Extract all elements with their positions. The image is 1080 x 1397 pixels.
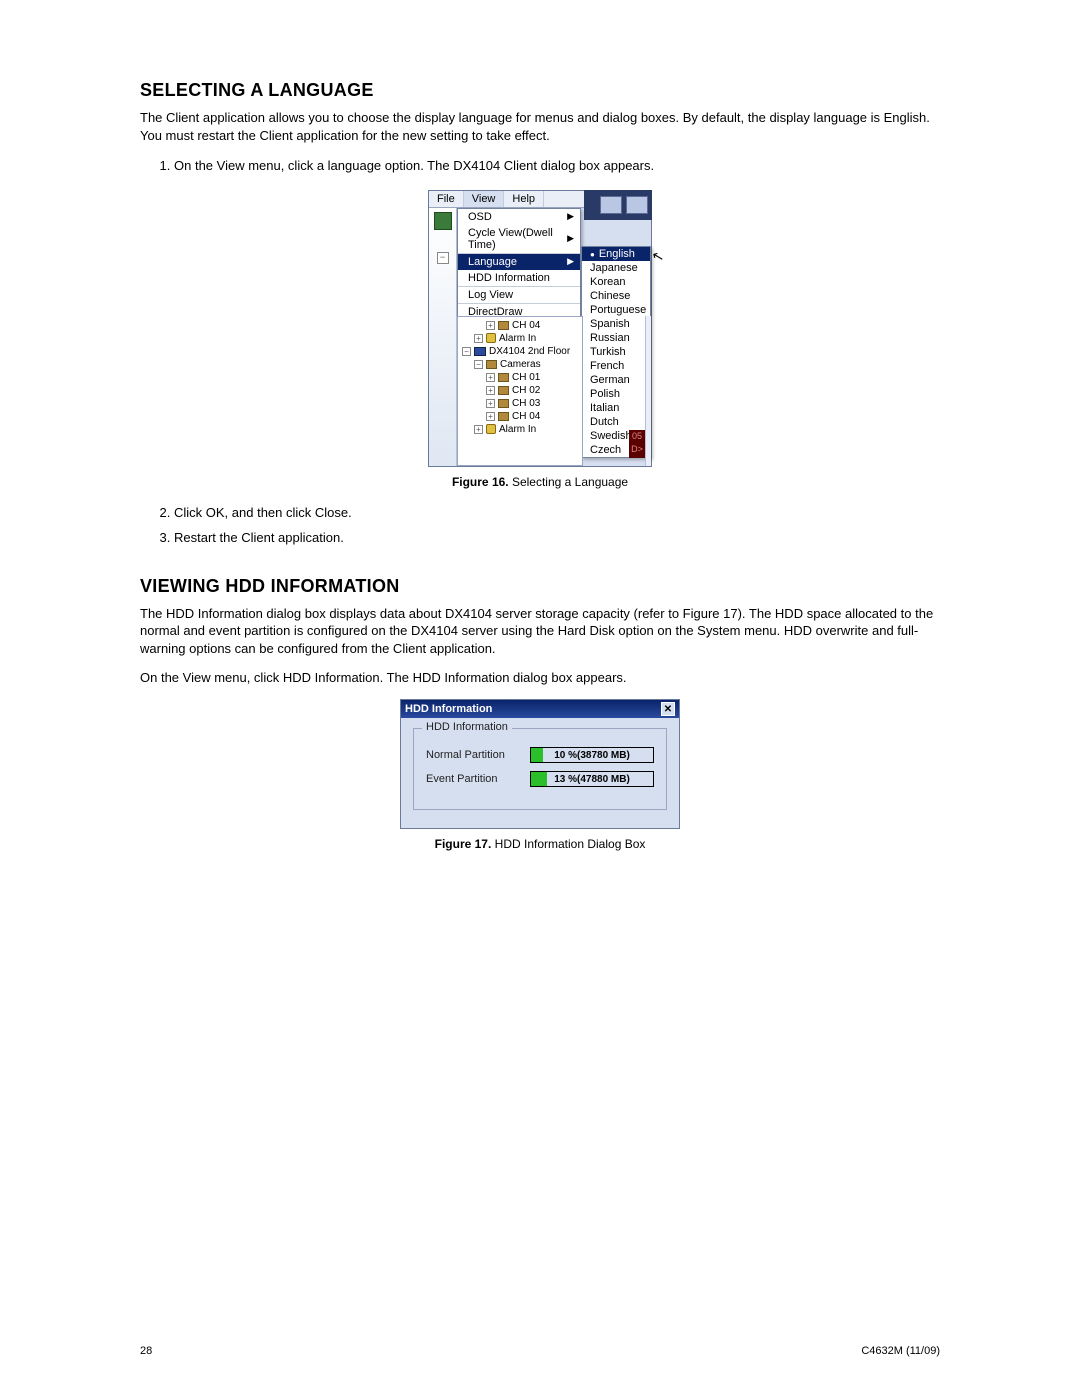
menu-file[interactable]: File xyxy=(429,191,464,207)
lang-italian[interactable]: Italian xyxy=(582,401,650,415)
lang-english[interactable]: English xyxy=(582,247,650,261)
figure-16-screenshot: File View Help − OSD▶ Cycle View(Dwell T… xyxy=(428,190,652,467)
alarm-icon xyxy=(486,424,496,434)
menu-view[interactable]: View xyxy=(464,191,505,207)
figure-17-caption: Figure 17. HDD Information Dialog Box xyxy=(140,837,940,851)
app-icon xyxy=(434,212,452,230)
lang-french[interactable]: French xyxy=(582,359,650,373)
tree-cameras[interactable]: −Cameras xyxy=(458,358,582,371)
step-2: Click OK, and then click Close. xyxy=(174,503,940,523)
mi-language[interactable]: Language▶ xyxy=(458,253,580,270)
camera-icon xyxy=(498,412,509,421)
device-tree: +CH 04 +Alarm In −DX4104 2nd Floor −Came… xyxy=(457,316,583,466)
label-normal-partition: Normal Partition xyxy=(426,749,518,761)
mi-cycle-view[interactable]: Cycle View(Dwell Time)▶ xyxy=(458,225,580,253)
bar-event-partition: 13 %(47880 MB) xyxy=(530,771,654,787)
tree-alarm-in-2[interactable]: +Alarm In xyxy=(458,423,582,436)
intro-selecting-language: The Client application allows you to cho… xyxy=(140,109,940,144)
lang-portuguese[interactable]: Portuguese xyxy=(582,303,650,317)
heading-selecting-language: SELECTING A LANGUAGE xyxy=(140,80,940,101)
lang-polish[interactable]: Polish xyxy=(582,387,650,401)
close-icon[interactable]: ✕ xyxy=(661,702,675,716)
heading-viewing-hdd: VIEWING HDD INFORMATION xyxy=(140,576,940,597)
chevron-right-icon: ▶ xyxy=(567,233,574,244)
mi-log-view[interactable]: Log View xyxy=(458,286,580,303)
mi-osd[interactable]: OSD▶ xyxy=(458,209,580,225)
group-legend: HDD Information xyxy=(422,721,512,733)
left-icon-strip: − xyxy=(429,208,457,466)
steps-list-1: On the View menu, click a language optio… xyxy=(174,156,940,176)
camera-icon xyxy=(498,373,509,382)
alarm-icon xyxy=(486,333,496,343)
label-event-partition: Event Partition xyxy=(426,773,518,785)
lang-dutch[interactable]: Dutch xyxy=(582,415,650,429)
tree-ch04b[interactable]: +CH 04 xyxy=(458,410,582,423)
tree-server[interactable]: −DX4104 2nd Floor xyxy=(458,345,582,358)
server-icon xyxy=(474,347,486,356)
camera-icon xyxy=(498,321,509,330)
lang-korean[interactable]: Korean xyxy=(582,275,650,289)
lang-spanish[interactable]: Spanish xyxy=(582,317,650,331)
menu-help[interactable]: Help xyxy=(504,191,544,207)
lang-turkish[interactable]: Turkish xyxy=(582,345,650,359)
tree-collapse-icon[interactable]: − xyxy=(437,252,449,264)
para-hdd-1: The HDD Information dialog box displays … xyxy=(140,605,940,658)
language-submenu: English Japanese Korean Chinese Portugue… xyxy=(581,246,651,458)
tree-scrollbar[interactable] xyxy=(645,316,651,466)
lang-chinese[interactable]: Chinese xyxy=(582,289,650,303)
cursor-arrow-icon: ↖ xyxy=(650,246,666,265)
camera-icon xyxy=(498,386,509,395)
tree-ch03[interactable]: +CH 03 xyxy=(458,397,582,410)
step-1: On the View menu, click a language optio… xyxy=(174,156,940,176)
camera-icon xyxy=(498,399,509,408)
figure-17-dialog: HDD Information ✕ HDD Information Normal… xyxy=(400,699,680,829)
bar-event-text: 13 %(47880 MB) xyxy=(554,774,630,785)
lang-german[interactable]: German xyxy=(582,373,650,387)
tree-ch01[interactable]: +CH 01 xyxy=(458,371,582,384)
row-normal-partition: Normal Partition 10 %(38780 MB) xyxy=(426,747,654,763)
steps-list-2: Click OK, and then click Close. Restart … xyxy=(174,503,940,548)
lang-japanese[interactable]: Japanese xyxy=(582,261,650,275)
tree-alarm-in[interactable]: +Alarm In xyxy=(458,332,582,345)
hdd-info-group: HDD Information Normal Partition 10 %(38… xyxy=(413,728,667,810)
video-tile-edge: 05 D> xyxy=(629,430,645,458)
view-dropdown: OSD▶ Cycle View(Dwell Time)▶ Language▶ H… xyxy=(457,208,581,321)
lang-russian[interactable]: Russian xyxy=(582,331,650,345)
mi-hdd-info[interactable]: HDD Information xyxy=(458,270,580,286)
bar-normal-fill xyxy=(531,748,543,762)
bar-normal-text: 10 %(38780 MB) xyxy=(554,750,630,761)
chevron-right-icon: ▶ xyxy=(567,211,574,222)
cameras-folder-icon xyxy=(486,360,497,369)
bar-normal-partition: 10 %(38780 MB) xyxy=(530,747,654,763)
dialog-titlebar: HDD Information ✕ xyxy=(401,700,679,718)
row-event-partition: Event Partition 13 %(47880 MB) xyxy=(426,771,654,787)
page-number: 28 xyxy=(140,1345,152,1357)
bar-event-fill xyxy=(531,772,547,786)
doc-id: C4632M (11/09) xyxy=(861,1345,940,1357)
dialog-title-text: HDD Information xyxy=(405,703,492,715)
tree-ch04[interactable]: +CH 04 xyxy=(458,319,582,332)
figure-16-caption: Figure 16. Selecting a Language xyxy=(140,475,940,489)
chevron-right-icon: ▶ xyxy=(567,256,574,267)
step-3: Restart the Client application. xyxy=(174,528,940,548)
para-hdd-2: On the View menu, click HDD Information.… xyxy=(140,669,940,687)
tree-ch02[interactable]: +CH 02 xyxy=(458,384,582,397)
